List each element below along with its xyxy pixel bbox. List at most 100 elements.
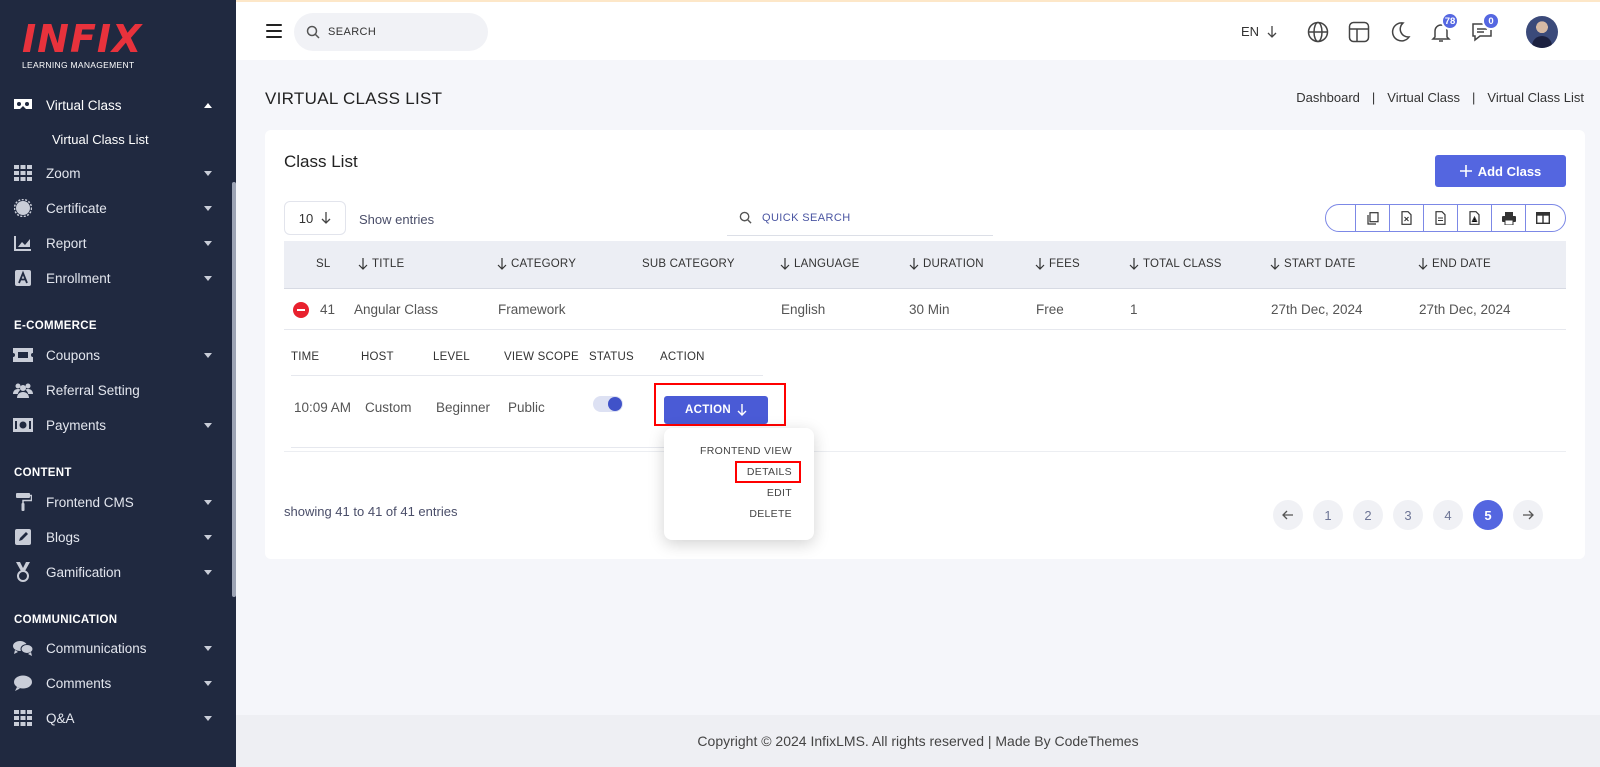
pagination-page-2[interactable]: 2 — [1353, 500, 1383, 530]
column-header-title[interactable]: TITLE — [358, 258, 404, 270]
chevron-down-icon — [204, 353, 212, 358]
status-toggle[interactable] — [593, 396, 623, 412]
excel-icon[interactable] — [1390, 205, 1424, 231]
column-header-language[interactable]: LANGUAGE — [780, 258, 860, 270]
quick-search-input[interactable] — [762, 211, 962, 224]
chevron-down-icon — [204, 535, 212, 540]
sidebar-item-virtual-class[interactable]: Virtual Class — [0, 89, 232, 121]
divider — [284, 451, 1566, 452]
chevron-down-icon — [204, 206, 212, 211]
chat-bubbles-icon — [13, 638, 33, 658]
sidebar-item-payments[interactable]: Payments — [0, 409, 232, 441]
sidebar-item-comments[interactable]: Comments — [0, 667, 232, 699]
messages-icon[interactable]: 0 — [1470, 12, 1500, 44]
entries-label: Show entries — [359, 212, 435, 227]
sidebar-item-certificate[interactable]: Certificate — [0, 192, 232, 224]
pagination-page-3[interactable]: 3 — [1393, 500, 1423, 530]
sort-arrow-icon — [909, 258, 919, 270]
sidebar-scrollbar[interactable] — [232, 182, 236, 597]
copy-icon[interactable] — [1356, 205, 1390, 231]
cell-language: English — [781, 302, 826, 317]
column-header-category[interactable]: CATEGORY — [497, 258, 576, 270]
sidebar: INFIX LEARNING MANAGEMENT Virtual Class … — [0, 0, 236, 767]
chevron-down-icon — [204, 241, 212, 246]
globe-icon[interactable] — [1306, 20, 1330, 44]
sort-arrow-icon — [1035, 258, 1045, 270]
sidebar-item-blogs[interactable]: Blogs — [0, 521, 232, 553]
sidebar-item-coupons[interactable]: Coupons — [0, 339, 232, 371]
breadcrumb-dashboard[interactable]: Dashboard — [1296, 90, 1360, 105]
search-icon — [306, 25, 320, 39]
sort-arrow-icon — [358, 258, 368, 270]
column-header-start-date[interactable]: START DATE — [1270, 258, 1355, 270]
sidebar-item-label: Referral Setting — [46, 382, 140, 398]
chevron-down-icon — [204, 716, 212, 721]
column-header-sub-category[interactable]: SUB CATEGORY — [642, 258, 735, 270]
menu-item-delete[interactable]: DELETE — [749, 508, 792, 520]
column-header-sl[interactable]: SL — [316, 258, 330, 270]
table-header: SL TITLE CATEGORY SUB CATEGORY LANGUAGE … — [284, 241, 1566, 289]
pagination-page-4[interactable]: 4 — [1433, 500, 1463, 530]
notifications-badge: 78 — [1441, 12, 1459, 30]
avatar[interactable] — [1526, 16, 1558, 48]
sidebar-subitem-virtual-class-list[interactable]: Virtual Class List — [52, 132, 149, 147]
column-header-fees[interactable]: FEES — [1035, 258, 1080, 270]
chevron-down-icon — [204, 423, 212, 428]
sidebar-item-report[interactable]: Report — [0, 227, 232, 259]
cell-time: 10:09 AM — [294, 400, 352, 415]
card-title: Class List — [284, 152, 358, 171]
sidebar-item-label: Zoom — [46, 165, 81, 181]
child-header-host: HOST — [361, 351, 394, 363]
sidebar-item-gamification[interactable]: Gamification — [0, 556, 232, 588]
menu-item-frontend-view[interactable]: FRONTEND VIEW — [700, 445, 792, 457]
add-class-button[interactable]: Add Class — [1435, 155, 1566, 187]
logo[interactable]: INFIX LEARNING MANAGEMENT — [22, 20, 142, 70]
cell-duration: 30 Min — [909, 302, 950, 317]
global-search[interactable] — [294, 13, 488, 51]
sidebar-item-communications[interactable]: Communications — [0, 632, 232, 664]
sidebar-item-zoom[interactable]: Zoom — [0, 157, 232, 189]
chevron-down-icon — [204, 570, 212, 575]
entries-select[interactable]: 10 — [284, 201, 346, 235]
sort-arrow-icon — [1270, 258, 1280, 270]
breadcrumb-virtual-class-list: Virtual Class List — [1487, 90, 1584, 105]
pagination-page-5[interactable]: 5 — [1473, 500, 1503, 530]
menu-toggle-icon[interactable] — [266, 24, 282, 38]
cell-sl: 41 — [320, 302, 336, 317]
columns-icon[interactable] — [1526, 205, 1560, 231]
layout-icon[interactable] — [1347, 20, 1371, 44]
dark-mode-moon-icon[interactable] — [1388, 20, 1412, 44]
arrow-right-icon — [1523, 510, 1534, 520]
sidebar-item-enrollment[interactable]: Enrollment — [0, 262, 232, 294]
breadcrumb-virtual-class[interactable]: Virtual Class — [1387, 90, 1460, 105]
sidebar-item-qa[interactable]: Q&A — [0, 702, 232, 734]
money-icon — [13, 415, 33, 435]
notifications-bell-icon[interactable]: 78 — [1429, 12, 1459, 44]
pencil-square-icon — [13, 527, 33, 547]
print-icon[interactable] — [1492, 205, 1526, 231]
child-header-time: TIME — [291, 351, 320, 363]
column-header-duration[interactable]: DURATION — [909, 258, 984, 270]
quick-search[interactable] — [727, 200, 993, 236]
column-header-end-date[interactable]: END DATE — [1418, 258, 1491, 270]
pagination-next-button[interactable] — [1513, 500, 1543, 530]
footer-copyright: Copyright © 2024 InfixLMS. All rights re… — [697, 733, 1139, 749]
language-selector[interactable]: EN — [1241, 24, 1277, 39]
cell-end-date: 27th Dec, 2024 — [1419, 302, 1511, 317]
logo-text: INFIX — [22, 17, 143, 61]
menu-item-edit[interactable]: EDIT — [767, 487, 792, 499]
global-search-input[interactable] — [328, 26, 468, 38]
medal-icon — [13, 562, 33, 582]
column-header-total-class[interactable]: TOTAL CLASS — [1129, 258, 1222, 270]
pagination-prev-button[interactable] — [1273, 500, 1303, 530]
sidebar-item-referral-setting[interactable]: Referral Setting — [0, 374, 232, 406]
child-header-view-scope: VIEW SCOPE — [504, 351, 579, 363]
csv-icon[interactable] — [1424, 205, 1458, 231]
export-buttons — [1325, 204, 1566, 232]
pdf-icon[interactable] — [1458, 205, 1492, 231]
collapse-row-icon[interactable] — [293, 302, 309, 318]
sidebar-item-frontend-cms[interactable]: Frontend CMS — [0, 486, 232, 518]
action-dropdown-button[interactable]: ACTION — [664, 396, 768, 424]
pagination-page-1[interactable]: 1 — [1313, 500, 1343, 530]
export-group-start — [1326, 205, 1356, 231]
